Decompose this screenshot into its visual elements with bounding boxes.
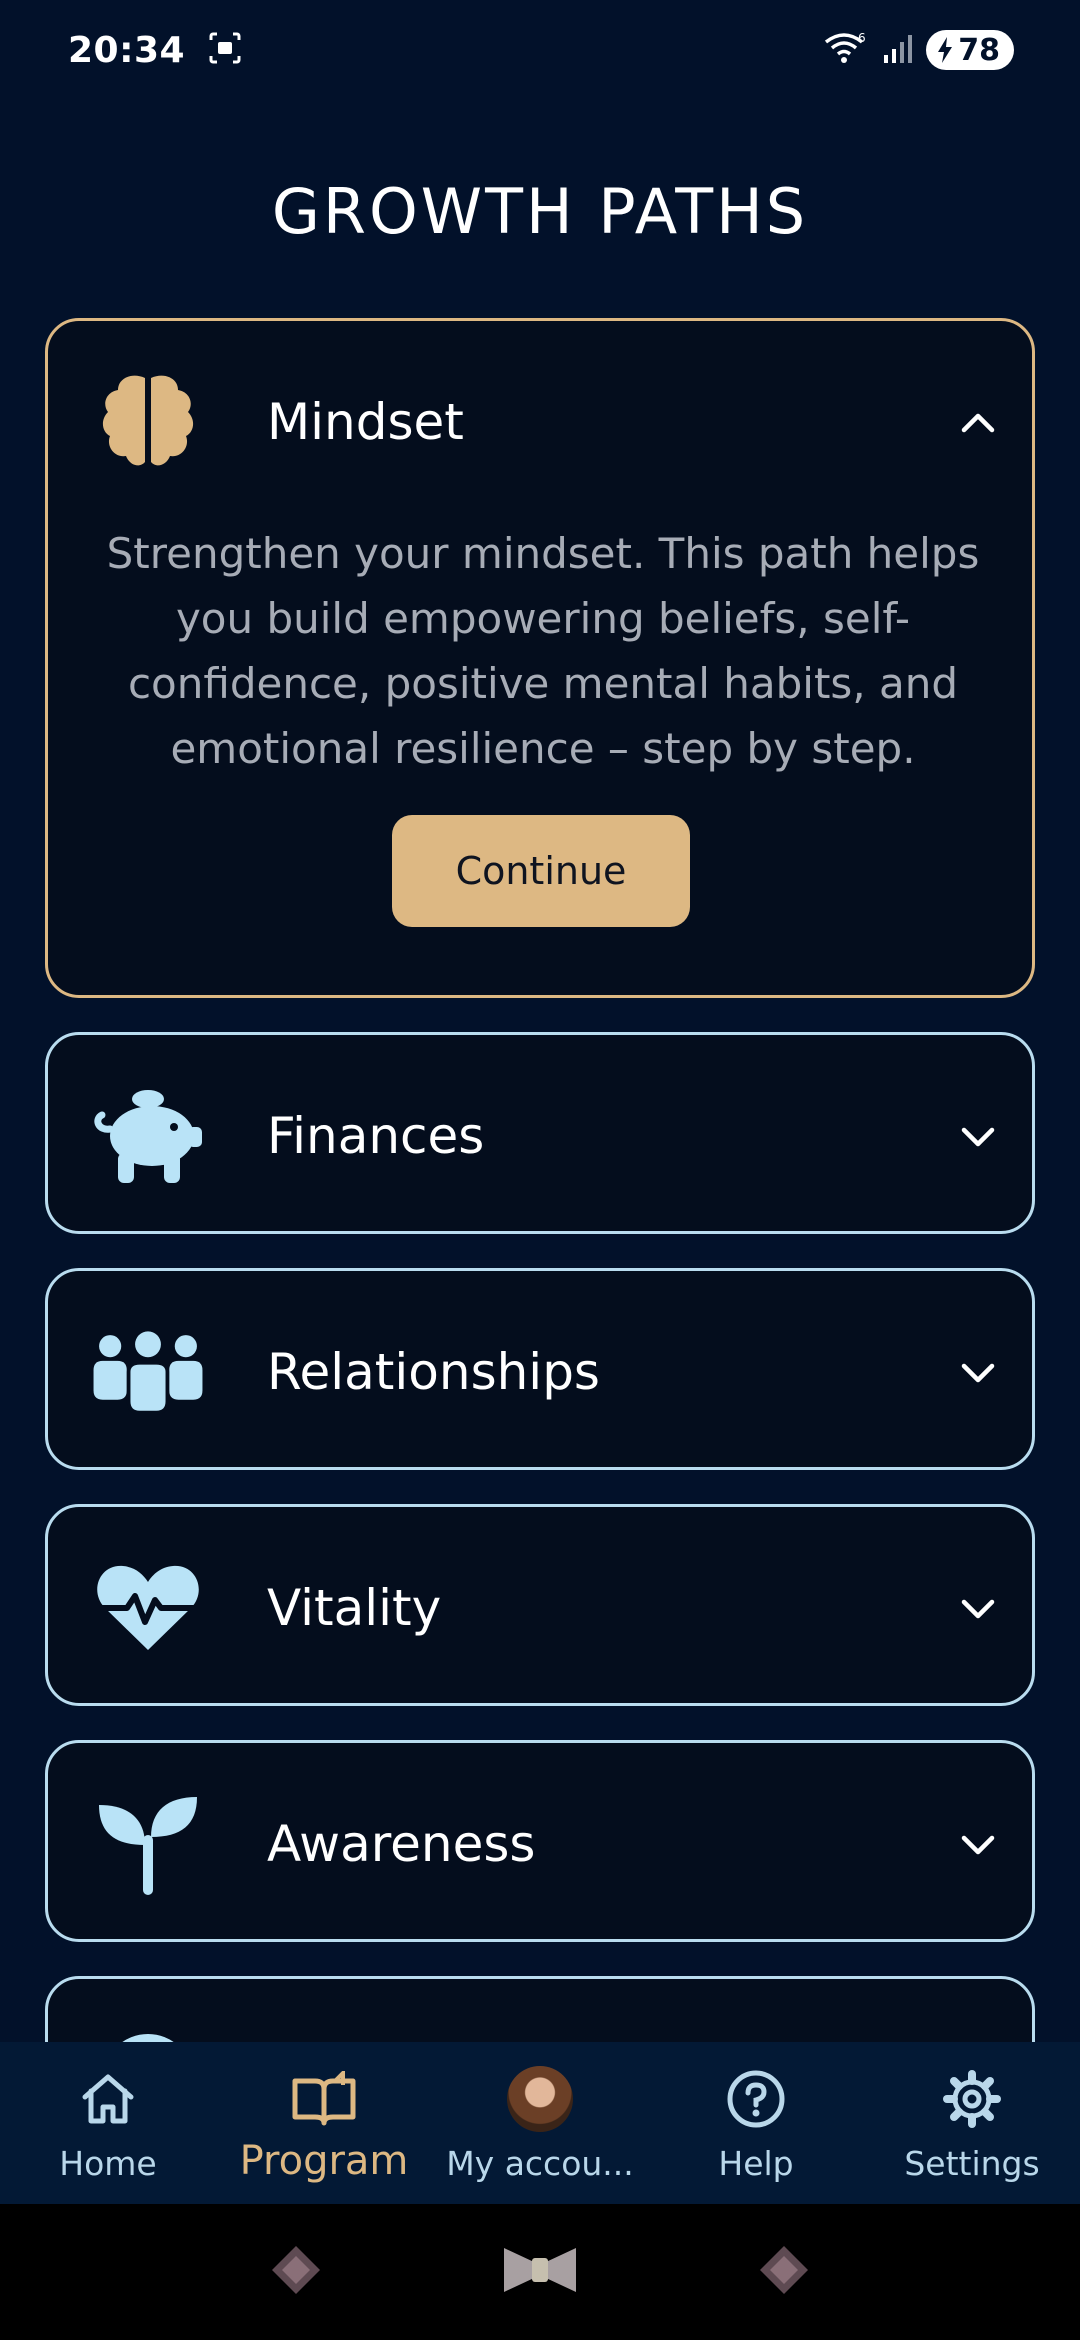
home-icon — [79, 2064, 137, 2134]
wifi-icon: 6 — [822, 30, 868, 70]
path-header-mindset[interactable]: Mindset — [48, 321, 1032, 523]
help-icon — [726, 2064, 786, 2134]
bottom-navigation: Home Program My accou... Help Settings — [0, 2042, 1080, 2204]
path-title: Awareness — [267, 1815, 536, 1873]
clock: 20:34 — [68, 29, 186, 71]
path-card-vitality[interactable]: Vitality — [45, 1504, 1035, 1706]
signal-icon — [882, 31, 913, 69]
screen-record-icon — [207, 30, 243, 70]
path-title: Relationships — [267, 1343, 600, 1401]
home-bow-icon[interactable] — [500, 2240, 580, 2304]
nav-program[interactable]: Program — [216, 2042, 432, 2204]
chevron-down-icon[interactable] — [954, 1348, 1002, 1396]
path-card-awareness[interactable]: Awareness — [45, 1740, 1035, 1942]
nav-settings[interactable]: Settings — [864, 2042, 1080, 2204]
path-header-relationships[interactable]: Relationships — [48, 1271, 1032, 1473]
continue-button[interactable]: Continue — [392, 815, 690, 927]
page-title: GROWTH PATHS — [271, 175, 809, 248]
sprout-icon — [88, 1784, 208, 1904]
piggy-bank-icon — [88, 1076, 208, 1196]
nav-my-account[interactable]: My accou... — [432, 2042, 648, 2204]
chevron-down-icon[interactable] — [954, 1820, 1002, 1868]
path-title: Vitality — [267, 1579, 442, 1637]
path-icon — [88, 2019, 208, 2042]
path-card-next[interactable] — [45, 1976, 1035, 2042]
chevron-up-icon[interactable] — [954, 398, 1002, 446]
nav-label: Home — [59, 2144, 157, 2183]
people-group-icon — [88, 1312, 208, 1432]
path-card-finances[interactable]: Finances — [45, 1032, 1035, 1234]
path-title: Finances — [267, 1107, 485, 1165]
recents-diamond-icon[interactable] — [756, 2242, 812, 2302]
charging-icon — [938, 37, 953, 63]
gear-icon — [942, 2064, 1002, 2134]
nav-label: Settings — [904, 2144, 1040, 2183]
path-header-awareness[interactable]: Awareness — [48, 1743, 1032, 1945]
path-header-finances[interactable]: Finances — [48, 1035, 1032, 1237]
back-diamond-icon[interactable] — [268, 2242, 324, 2302]
nav-label: Program — [239, 2138, 409, 2184]
book-icon — [291, 2064, 357, 2134]
path-title: Mindset — [267, 393, 464, 451]
battery-indicator: 78 — [926, 30, 1014, 70]
chevron-down-icon[interactable] — [954, 1112, 1002, 1160]
avatar — [507, 2066, 573, 2132]
nav-label: My accou... — [446, 2144, 634, 2183]
path-card-mindset: Mindset Strengthen your mindset. This pa… — [45, 318, 1035, 998]
heart-pulse-icon — [88, 1548, 208, 1668]
path-card-relationships[interactable]: Relationships — [45, 1268, 1035, 1470]
nav-label: Help — [718, 2144, 794, 2183]
battery-level: 78 — [958, 32, 1000, 68]
path-header-vitality[interactable]: Vitality — [48, 1507, 1032, 1709]
growth-paths-list[interactable]: Mindset Strengthen your mindset. This pa… — [45, 318, 1035, 2042]
status-bar: 20:34 6 78 — [0, 0, 1080, 100]
svg-text:6: 6 — [858, 31, 866, 45]
brain-icon — [88, 362, 208, 482]
nav-help[interactable]: Help — [648, 2042, 864, 2204]
chevron-down-icon[interactable] — [954, 1584, 1002, 1632]
path-description: Strengthen your mindset. This path helps… — [106, 529, 980, 773]
system-navigation-bar — [0, 2204, 1080, 2340]
nav-home[interactable]: Home — [0, 2042, 216, 2204]
